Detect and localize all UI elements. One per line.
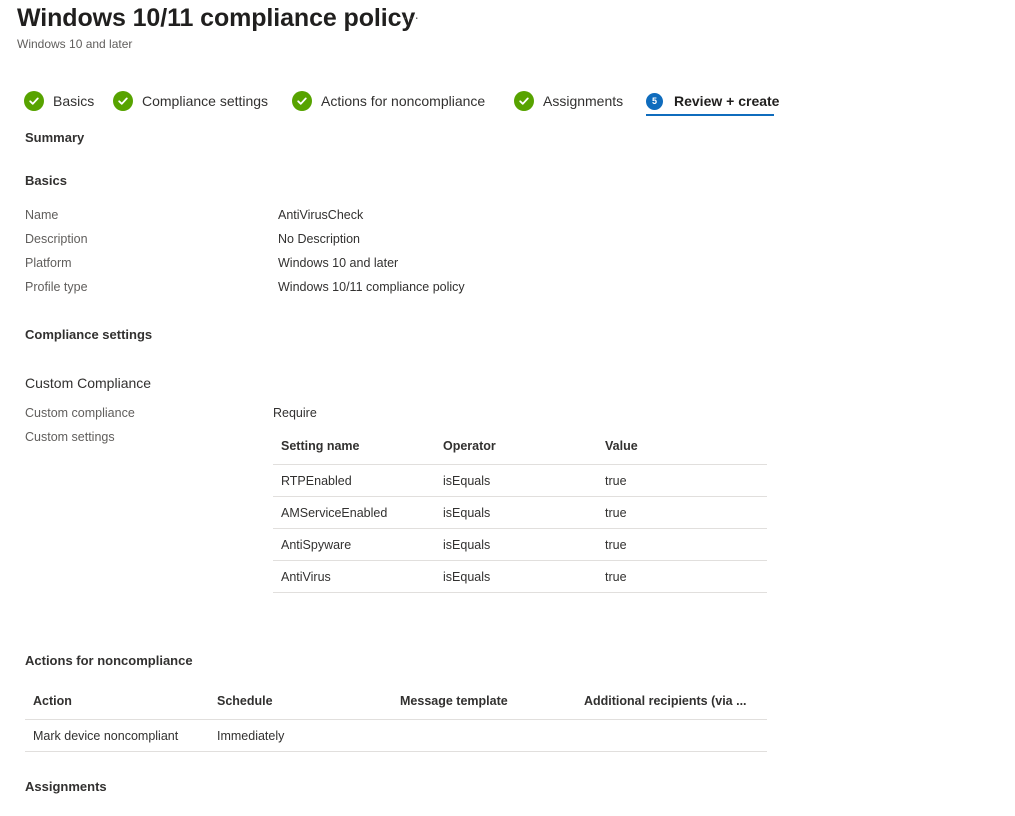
actions-heading: Actions for noncompliance [25,653,193,668]
name-label: Name [25,208,59,222]
table-cell: true [597,496,767,529]
table-row: AntiSpyware isEquals true [273,528,767,561]
assignments-heading: Assignments [25,779,107,794]
tab-review-create[interactable]: 5 Review + create [646,88,779,114]
custom-settings-table: Setting name Operator Value RTPEnabled i… [273,427,767,593]
custom-compliance-label: Custom compliance [25,406,135,420]
column-header-message-template: Message template [392,682,576,720]
table-cell: AntiVirus [273,560,435,593]
table-cell: Mark device noncompliant [25,719,209,752]
more-options-button[interactable]: ··· [403,9,420,25]
table-header-row: Action Schedule Message template Additio… [25,682,767,720]
description-label: Description [25,232,88,246]
table-cell: RTPEnabled [273,464,435,497]
checkmark-icon [113,91,133,111]
tab-actions-for-noncompliance[interactable]: Actions for noncompliance [292,88,485,114]
description-value: No Description [278,232,360,246]
table-header-row: Setting name Operator Value [273,427,767,465]
name-value: AntiVirusCheck [278,208,364,222]
tab-assignments[interactable]: Assignments [514,88,623,114]
page-subtitle: Windows 10 and later [17,37,133,51]
review-create-page: Windows 10/11 compliance policy ··· Wind… [0,0,1015,816]
actions-table: Action Schedule Message template Additio… [25,682,767,752]
column-header-action: Action [25,682,209,720]
table-cell: AntiSpyware [273,528,435,561]
table-cell: isEquals [435,464,597,497]
step-number-badge: 5 [646,92,663,110]
tab-compliance-settings-label: Compliance settings [142,93,269,109]
column-header-schedule: Schedule [209,682,392,720]
tab-basics-label: Basics [53,93,95,109]
compliance-settings-heading: Compliance settings [25,327,153,342]
table-row: RTPEnabled isEquals true [273,464,767,497]
column-header-operator: Operator [435,427,597,465]
profile-type-value: Windows 10/11 compliance policy [278,280,465,294]
table-cell: AMServiceEnabled [273,496,435,529]
table-cell: isEquals [435,528,597,561]
platform-value: Windows 10 and later [278,256,399,270]
profile-type-label: Profile type [25,280,88,294]
column-header-additional-recipients: Additional recipients (via ... [576,682,767,720]
custom-compliance-value: Require [273,406,317,420]
basics-heading: Basics [25,173,67,188]
checkmark-icon [292,91,312,111]
tab-review-create-label: Review + create [674,93,780,109]
summary-heading: Summary [25,130,85,145]
checkmark-icon [24,91,44,111]
table-cell: true [597,464,767,497]
tab-basics[interactable]: Basics [24,88,94,114]
custom-settings-label: Custom settings [25,430,115,444]
checkmark-icon [514,91,534,111]
table-cell: true [597,560,767,593]
table-row: Mark device noncompliant Immediately [25,719,767,752]
active-tab-indicator [646,114,774,116]
column-header-setting-name: Setting name [273,427,435,465]
table-cell: true [597,528,767,561]
table-row: AMServiceEnabled isEquals true [273,496,767,529]
table-cell: Immediately [209,719,392,752]
table-cell [392,719,576,752]
table-cell [576,719,767,752]
custom-compliance-heading: Custom Compliance [25,375,152,391]
table-cell: isEquals [435,560,597,593]
platform-label: Platform [25,256,72,270]
tab-compliance-settings[interactable]: Compliance settings [113,88,268,114]
tab-actions-label: Actions for noncompliance [321,93,486,109]
page-title: Windows 10/11 compliance policy [17,4,416,32]
table-row: AntiVirus isEquals true [273,560,767,593]
table-cell: isEquals [435,496,597,529]
column-header-value: Value [597,427,767,465]
tab-assignments-label: Assignments [543,93,624,109]
